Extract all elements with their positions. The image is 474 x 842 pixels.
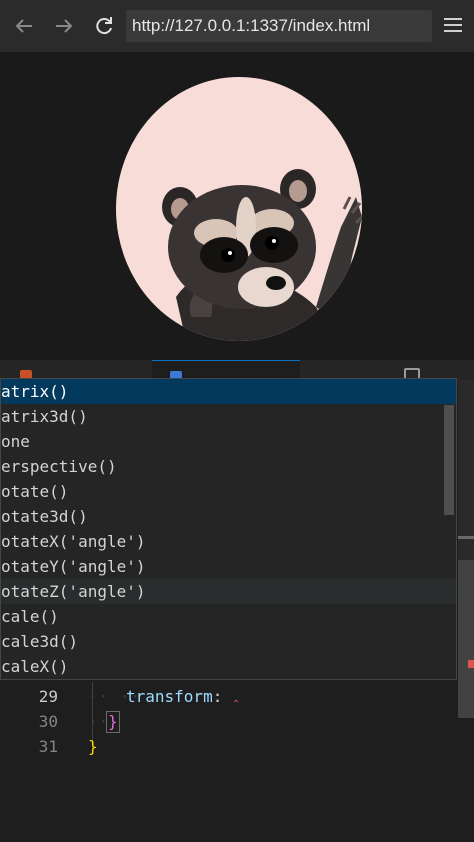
arrow-left-icon [15, 19, 32, 33]
autocomplete-item[interactable]: atrix3d() [1, 404, 456, 429]
autocomplete-item[interactable]: otateX('angle') [1, 529, 456, 554]
autocomplete-item[interactable]: cale() [1, 604, 456, 629]
scroll-marker [458, 536, 474, 539]
autocomplete-item[interactable]: caleX() [1, 654, 456, 679]
raccoon-image [162, 169, 362, 341]
back-button[interactable] [12, 14, 36, 38]
code-line-30[interactable]: 30 ·· } [0, 709, 474, 734]
editor-scrollbar-track[interactable] [458, 380, 474, 560]
hamburger-menu-icon[interactable] [442, 14, 464, 38]
css-property[interactable]: transform: [126, 684, 222, 709]
autocomplete-scrollbar-thumb[interactable] [444, 405, 454, 515]
autocomplete-scrollbar[interactable] [444, 379, 456, 681]
closing-brace-outer: } [88, 737, 98, 756]
autocomplete-item[interactable]: otateZ('angle') [1, 579, 456, 604]
autocomplete-item[interactable]: otate3d() [1, 504, 456, 529]
code-lines: 29 ·· ·· transform: 30 ·· } 31 } [0, 682, 474, 782]
reload-button[interactable] [92, 14, 116, 38]
reload-icon [96, 17, 112, 35]
text-cursor-icon: ⌃ [232, 699, 241, 710]
arrow-right-icon [56, 19, 73, 33]
autocomplete-item[interactable]: atrix() [1, 379, 456, 404]
autocomplete-item[interactable]: otate() [1, 479, 456, 504]
browser-toolbar: http://127.0.0.1:1337/index.html [0, 0, 474, 53]
autocomplete-item[interactable]: one [1, 429, 456, 454]
error-marker [468, 660, 474, 668]
autocomplete-popup: atrix() atrix3d() one erspective() otate() ot… [0, 378, 457, 680]
autocomplete-item[interactable]: cale3d() [1, 629, 456, 654]
closing-brace-inner: } [106, 711, 120, 733]
line-number: 30 [38, 712, 58, 731]
forward-button[interactable] [52, 14, 76, 38]
property-colon: : [212, 687, 223, 706]
avatar [116, 77, 362, 341]
page-viewport [0, 53, 474, 360]
autocomplete-item[interactable]: erspective() [1, 454, 456, 479]
address-bar[interactable]: http://127.0.0.1:1337/index.html [126, 10, 432, 42]
line-number: 29 [38, 687, 58, 706]
line-number: 31 [38, 737, 58, 756]
code-line-31[interactable]: 31 } [0, 734, 474, 759]
property-name: transform [126, 687, 213, 706]
autocomplete-item[interactable]: otateY('angle') [1, 554, 456, 579]
